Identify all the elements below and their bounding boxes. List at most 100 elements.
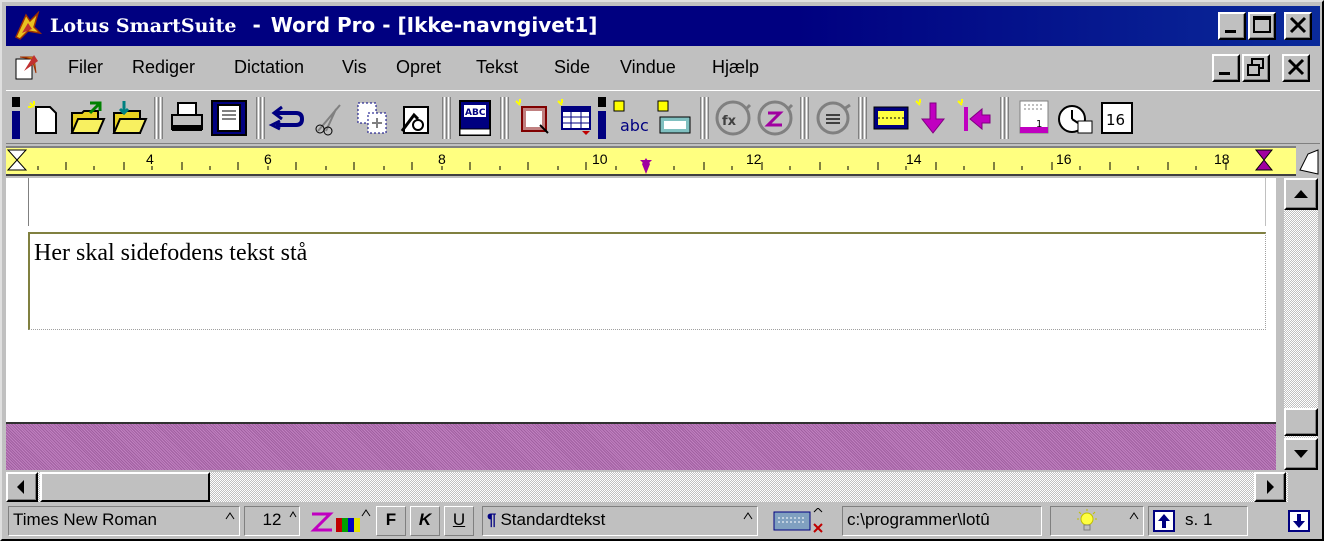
toolbar-separator xyxy=(800,97,810,139)
page-gap-background xyxy=(6,422,1276,470)
ruler-number: 4 xyxy=(146,151,154,167)
page-number-icon[interactable]: 1 xyxy=(1014,99,1052,137)
underline-label: U xyxy=(452,510,466,529)
ruler-ticks-icon xyxy=(6,149,1274,174)
page-body-frame[interactable] xyxy=(28,178,1266,226)
font-name: Times New Roman xyxy=(13,510,157,529)
menu-hjaelp[interactable]: Hjælp xyxy=(712,57,759,78)
abc-label: abc xyxy=(620,116,649,135)
formula-fx-icon[interactable]: fx xyxy=(714,99,752,137)
window-title: Lotus SmartSuite - Word Pro - [Ikke-navngi… xyxy=(50,13,597,37)
toolbar-separator xyxy=(858,97,868,139)
ruler-number: 8 xyxy=(438,151,446,167)
paragraph-style-field[interactable]: ¶ Standardtekst xyxy=(482,506,758,536)
bold-button[interactable]: F xyxy=(376,506,406,536)
open-folder-icon[interactable] xyxy=(68,99,106,137)
horizontal-scrollbar[interactable] xyxy=(6,472,1288,502)
toolbar-handle-icon[interactable] xyxy=(12,97,20,139)
footer-text[interactable]: Her skal sidefodens tekst stå xyxy=(34,240,307,267)
scroll-up-button[interactable] xyxy=(1284,178,1318,210)
move-left-arrow-icon[interactable] xyxy=(956,99,994,137)
insert-page-break-icon[interactable] xyxy=(872,99,910,137)
minimize-button[interactable] xyxy=(1218,12,1246,40)
italic-label: K xyxy=(418,510,432,529)
document-icon[interactable] xyxy=(12,53,40,81)
cut-scissors-icon[interactable] xyxy=(312,99,350,137)
create-frame-icon[interactable] xyxy=(514,99,552,137)
new-document-icon[interactable] xyxy=(26,99,64,137)
document-page[interactable]: Her skal sidefodens tekst stå xyxy=(6,178,1276,422)
arrow-left-icon xyxy=(17,480,24,494)
vertical-scrollbar[interactable] xyxy=(1284,178,1318,470)
doc-restore-button[interactable] xyxy=(1242,54,1270,82)
menu-tekst[interactable]: Tekst xyxy=(476,57,518,78)
page-indicator-field[interactable]: s. 1 xyxy=(1148,506,1248,536)
ruler-number: 18 xyxy=(1214,151,1230,167)
caret-up-icon xyxy=(289,511,297,518)
file-path-field[interactable]: c:\programmer\lotû xyxy=(842,506,1042,536)
scroll-right-button[interactable] xyxy=(1254,472,1286,502)
close-icon xyxy=(1287,58,1305,76)
svg-text:fx: fx xyxy=(722,114,737,129)
vertical-scroll-thumb[interactable] xyxy=(1284,408,1318,436)
italic-button[interactable]: K xyxy=(410,506,440,536)
footer-frame[interactable]: Her skal sidefodens tekst stå xyxy=(28,232,1266,330)
copy-icon[interactable] xyxy=(354,99,392,137)
menu-dictation[interactable]: Dictation xyxy=(234,57,304,78)
paste-icon[interactable] xyxy=(396,99,434,137)
maximize-button[interactable] xyxy=(1248,12,1276,40)
menu-opret[interactable]: Opret xyxy=(396,57,441,78)
scroll-down-button[interactable] xyxy=(1284,438,1318,470)
svg-text:1: 1 xyxy=(1036,119,1042,130)
create-table-icon[interactable] xyxy=(556,99,594,137)
font-name-field[interactable]: Times New Roman xyxy=(8,506,240,536)
save-folder-icon[interactable] xyxy=(110,99,148,137)
spell-check-book-icon[interactable]: ABC xyxy=(456,99,494,137)
insert-date-calendar-icon[interactable]: 16 xyxy=(1098,99,1136,137)
caret-up-icon xyxy=(743,512,753,520)
scroll-left-button[interactable] xyxy=(6,472,38,502)
menu-vis[interactable]: Vis xyxy=(342,57,367,78)
horizontal-ruler[interactable]: 4 6 8 10 12 14 16 18 xyxy=(6,146,1296,176)
bold-label: F xyxy=(385,510,397,529)
fast-format-icon[interactable] xyxy=(756,99,794,137)
title-bar[interactable]: Lotus SmartSuite - Word Pro - [Ikke-navngi… xyxy=(6,6,1320,46)
print-preview-icon[interactable] xyxy=(210,99,248,137)
text-color-icon[interactable] xyxy=(308,508,372,534)
doc-close-button[interactable] xyxy=(1282,54,1310,82)
doc-minimize-button[interactable] xyxy=(1212,54,1240,82)
arrow-up-icon xyxy=(1294,190,1308,198)
font-size: 12 xyxy=(262,510,282,529)
ruler-toggle-icon[interactable] xyxy=(1298,146,1322,176)
revision-keyboard-icon[interactable] xyxy=(772,508,832,534)
word-pro-window: Lotus SmartSuite - Word Pro - [Ikke-navngi… xyxy=(0,0,1324,541)
glossary-icon[interactable] xyxy=(656,99,694,137)
tips-field[interactable] xyxy=(1050,506,1144,536)
text-frame-abc-icon[interactable]: abc xyxy=(612,99,650,137)
refresh-icon[interactable] xyxy=(814,99,852,137)
caret-up-icon xyxy=(1129,512,1139,520)
underline-button[interactable]: U xyxy=(444,506,474,536)
horizontal-scroll-thumb[interactable] xyxy=(40,472,210,502)
toolbar-separator xyxy=(1000,97,1010,139)
menu-rediger[interactable]: Rediger xyxy=(132,57,195,78)
ruler-number: 16 xyxy=(1056,151,1072,167)
toolbar-handle-icon[interactable] xyxy=(598,97,606,139)
close-button[interactable] xyxy=(1284,12,1312,40)
undo-arrow-icon[interactable] xyxy=(268,99,306,137)
page-down-icon[interactable] xyxy=(1288,510,1310,532)
move-down-arrow-icon[interactable] xyxy=(914,99,952,137)
font-size-field[interactable]: 12 xyxy=(244,506,300,536)
paragraph-style: Standardtekst xyxy=(500,510,606,529)
status-bar: Times New Roman 12 F K U ¶ Standardtekst … xyxy=(6,504,1320,538)
menu-filer[interactable]: Filer xyxy=(68,57,103,78)
print-icon[interactable] xyxy=(168,99,206,137)
menu-side[interactable]: Side xyxy=(554,57,590,78)
page-up-icon[interactable] xyxy=(1153,510,1175,532)
menu-vindue[interactable]: Vindue xyxy=(620,57,676,78)
ruler-number: 10 xyxy=(592,151,608,167)
ruler-number: 6 xyxy=(264,151,272,167)
page-number: s. 1 xyxy=(1185,510,1213,529)
insert-time-clock-icon[interactable] xyxy=(1056,99,1094,137)
maximize-icon xyxy=(1253,16,1271,33)
